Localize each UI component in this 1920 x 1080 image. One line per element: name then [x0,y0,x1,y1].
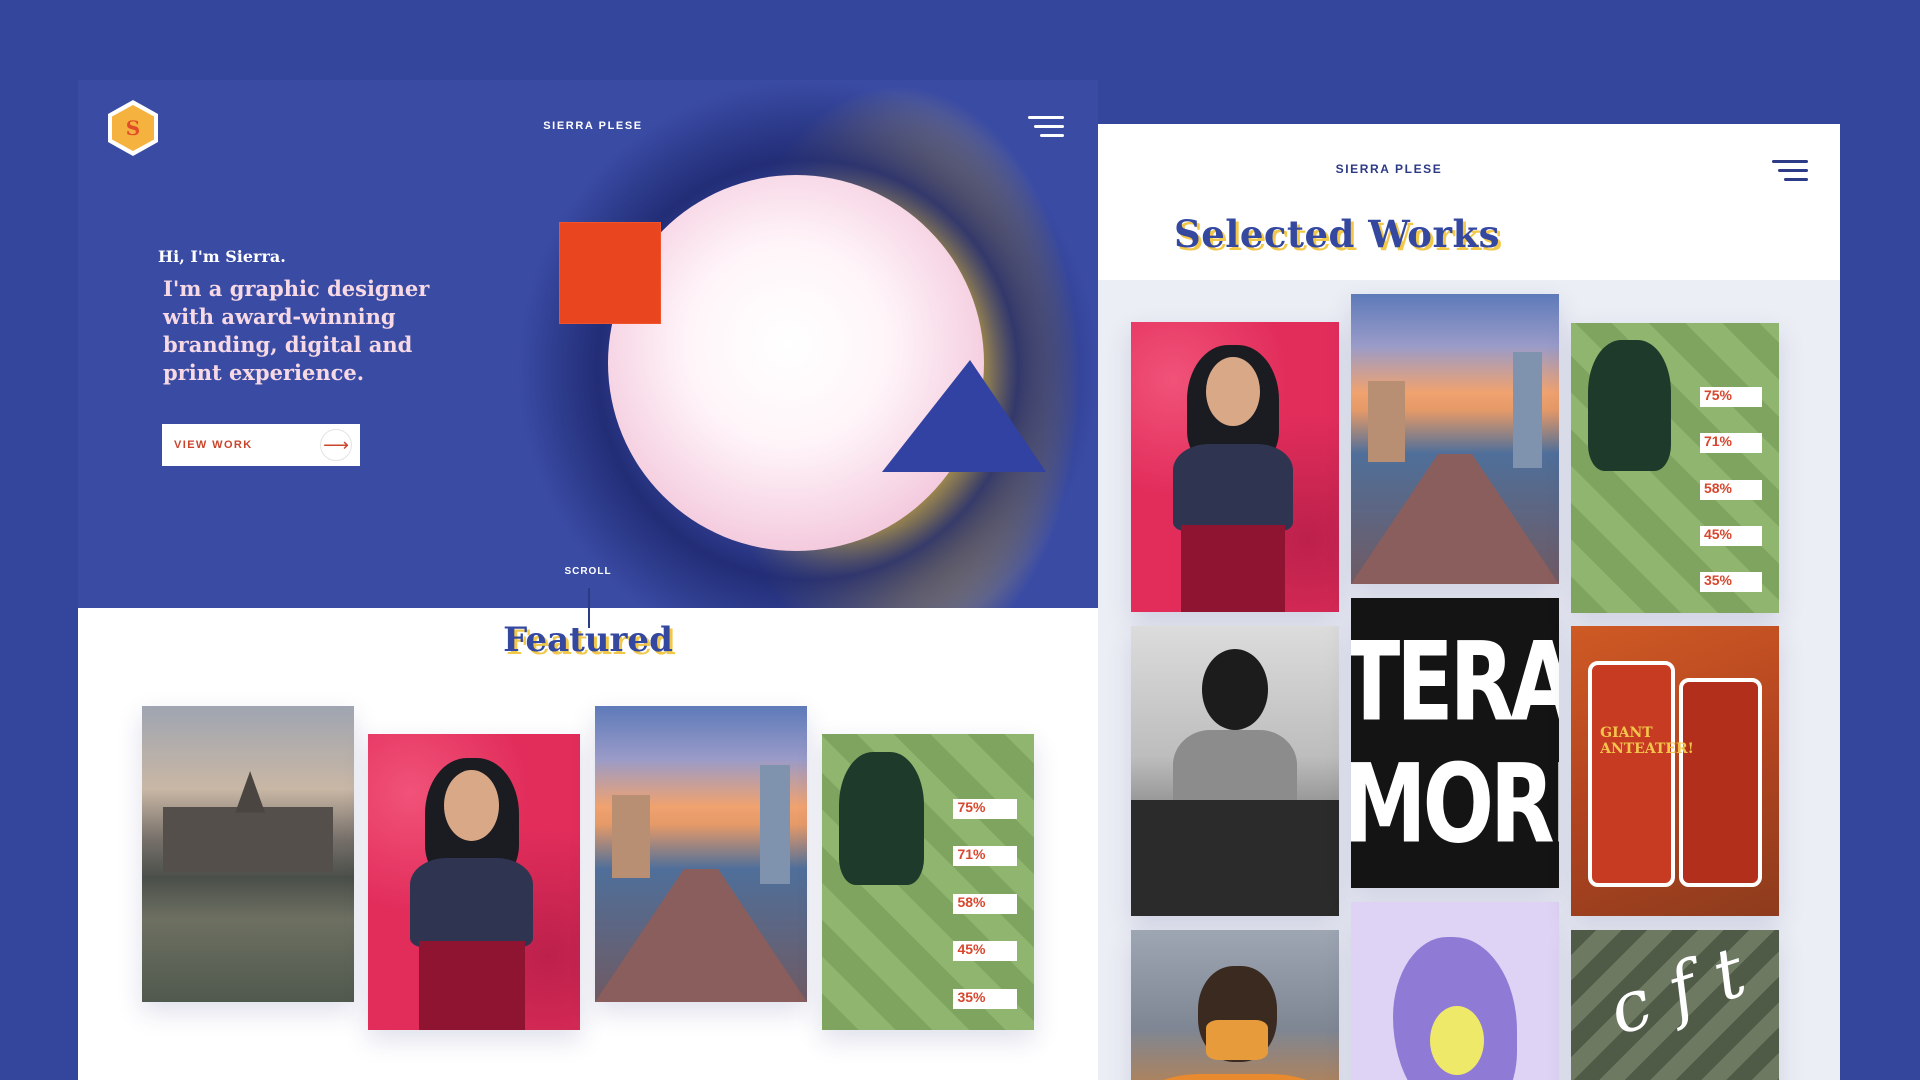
stat-value: 75% [953,799,1018,820]
work-thumb-portrait[interactable] [1131,322,1339,612]
featured-thumb-portrait[interactable] [368,734,580,1030]
featured-thumb-pier[interactable] [595,706,807,1002]
poster-word-2: MORIAL [1351,740,1559,868]
featured-thumb-soccer-stats[interactable]: 75% 71% 58% 45% 35% [822,734,1034,1030]
work-thumb-masked-student[interactable] [1131,930,1339,1080]
work-thumb-pier[interactable] [1351,294,1559,584]
work-thumb-zoo-anteater[interactable]: GIANT ANTEATER! [1571,626,1779,916]
work-thumb-map-typography[interactable]: c f t [1571,930,1779,1080]
work-thumb-veterans-memorial[interactable]: TERANS MORIAL [1351,598,1559,888]
map-letters: c f t [1599,930,1756,1052]
menu-icon[interactable] [1028,116,1064,138]
site-brand[interactable]: SIERRA PLESE [1299,162,1479,176]
work-thumb-businessman[interactable] [1131,626,1339,916]
stat-value: 45% [1699,526,1763,546]
stat-value: 58% [953,893,1018,914]
view-work-button[interactable]: VIEW WORK ⟶ [162,424,360,466]
stat-value: 71% [953,846,1018,867]
hero-red-square [559,222,661,324]
stat-value: 71% [1699,433,1763,454]
work-thumb-flower-illustration[interactable] [1351,902,1559,1080]
zoo-headline: GIANT ANTEATER! [1600,724,1694,757]
site-brand[interactable]: SIERRA PLESE [518,120,668,132]
stat-value: 75% [1699,386,1763,407]
view-work-label: VIEW WORK [174,439,253,451]
home-page: S SIERRA PLESE Hi, I'm Sierra. I'm a gra… [78,80,1098,1080]
hero-tagline: I'm a graphic designer with award-winnin… [163,276,430,385]
hero-triangle [882,360,1046,472]
scroll-indicator[interactable]: SCROLL [548,566,628,577]
selected-works-title: Selected Works [1174,212,1500,256]
stat-value: 58% [1699,479,1763,500]
stat-value: 45% [953,941,1018,962]
hero-greeting: Hi, I'm Sierra. [158,247,286,266]
work-thumb-soccer-stats[interactable]: 75% 71% 58% 45% 35% [1571,323,1779,613]
logo-letter: S [125,116,141,140]
stat-value: 35% [953,988,1018,1009]
featured-title: Featured [503,620,673,660]
arrow-right-icon: ⟶ [320,429,352,461]
selected-works-page: SIERRA PLESE Selected Works TERANS MORIA… [1046,124,1840,1080]
stat-value: 35% [1699,572,1763,593]
featured-thumb-mansion[interactable] [142,706,354,1002]
hero-section: S SIERRA PLESE Hi, I'm Sierra. I'm a gra… [78,80,1098,608]
menu-icon[interactable] [1772,160,1808,182]
poster-word-1: TERANS [1351,618,1559,746]
